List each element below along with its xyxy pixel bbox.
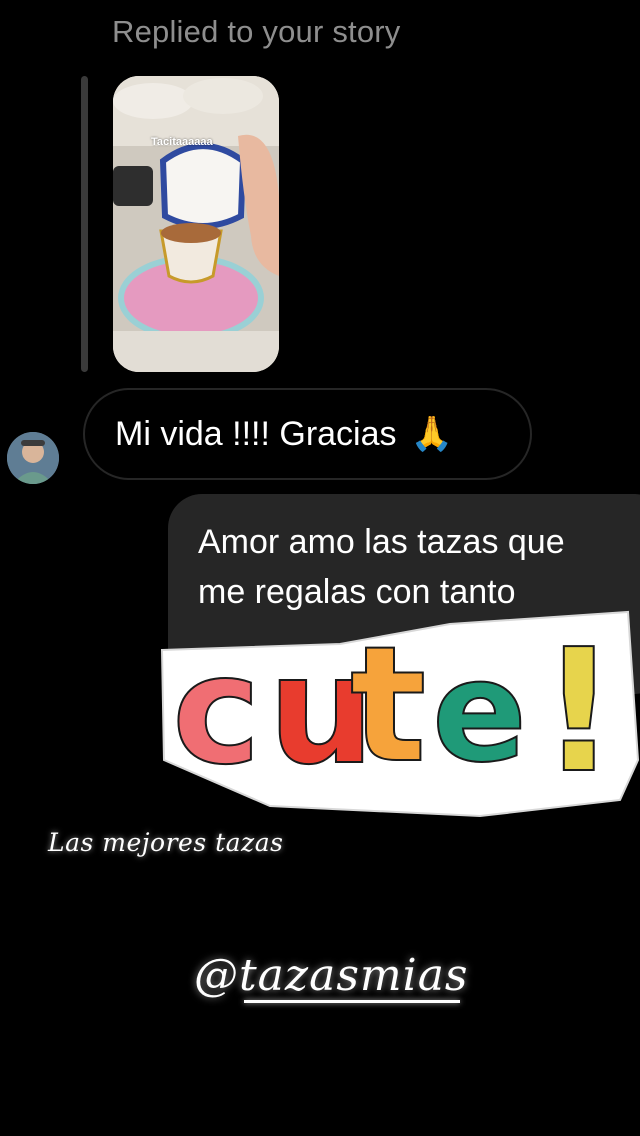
- avatar-image: [7, 432, 59, 484]
- sticker-letter: c: [172, 624, 261, 798]
- story-caption: Tacitaaaaaa: [151, 136, 213, 148]
- replied-to-story-label: Replied to your story: [112, 14, 401, 49]
- cute-sticker[interactable]: c u t e!: [150, 610, 640, 825]
- sticker-letter: !: [540, 613, 618, 811]
- sticker-letter: t: [350, 611, 426, 798]
- reply-indicator-bar: [81, 76, 88, 372]
- incoming-message-text: Mi vida !!!! Gracias: [115, 414, 397, 453]
- outgoing-message-line: Amor amo las tazas que: [198, 523, 565, 561]
- avatar[interactable]: [7, 432, 59, 484]
- overlay-caption: Las mejores tazas: [48, 828, 284, 857]
- sticker-letter: e: [432, 631, 527, 794]
- mention-handle[interactable]: @tazasmias: [194, 950, 469, 1001]
- story-thumbnail[interactable]: Tacitaaaaaa: [113, 76, 279, 372]
- praying-hands-icon: 🙏: [410, 415, 453, 453]
- incoming-message-bubble[interactable]: Mi vida !!!! Gracias 🙏: [83, 388, 532, 480]
- story-image: [113, 76, 279, 372]
- handle-underline: [244, 1000, 460, 1003]
